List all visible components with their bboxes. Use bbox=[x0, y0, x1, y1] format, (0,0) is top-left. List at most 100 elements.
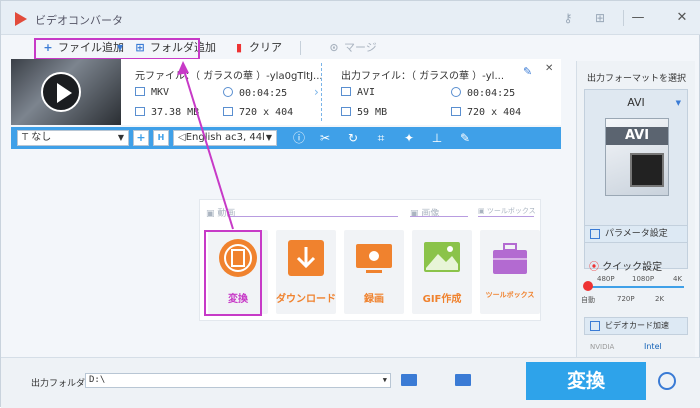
audio-track-select[interactable]: ◁English ac3, 44l ▼ bbox=[173, 130, 277, 146]
quick-settings-icon: ⦿ bbox=[589, 262, 603, 273]
download-card[interactable]: ダウンロード bbox=[276, 230, 336, 314]
tick-label: 480P bbox=[597, 275, 615, 283]
merge-button[interactable]: ⊙ マージ bbox=[327, 39, 376, 57]
remove-file-icon[interactable]: ✕ bbox=[545, 63, 553, 74]
output-folder-value: D:\ bbox=[89, 375, 106, 385]
resolution-icon bbox=[451, 107, 461, 116]
selected-format: AVI bbox=[627, 96, 645, 109]
arrow-right-icon: › bbox=[314, 85, 319, 99]
divider bbox=[623, 10, 624, 26]
toolbox-icon bbox=[493, 243, 527, 274]
pen-icon[interactable]: ✎ bbox=[457, 130, 473, 146]
scissors-icon[interactable]: ✂ bbox=[317, 130, 333, 146]
convert-button[interactable]: 変換 bbox=[526, 362, 646, 400]
tick-label: 自動 bbox=[581, 296, 595, 304]
clock-icon bbox=[223, 87, 233, 97]
alarm-clock-icon[interactable] bbox=[658, 372, 676, 390]
source-size: 37.38 MB bbox=[151, 107, 200, 118]
play-icon[interactable] bbox=[41, 72, 81, 112]
quality-slider-handle[interactable] bbox=[583, 281, 593, 291]
minimize-button[interactable]: — bbox=[629, 9, 647, 27]
avi-file-label: AVI bbox=[606, 127, 668, 145]
divider bbox=[321, 63, 322, 121]
gpu-icon bbox=[590, 321, 600, 331]
output-format-heading: 出力フォーマットを選択 bbox=[587, 74, 687, 84]
record-card-label: 録画 bbox=[364, 294, 384, 305]
gif-card[interactable]: GIF作成 bbox=[412, 230, 472, 314]
intel-option[interactable]: Intel bbox=[644, 342, 662, 351]
file-item[interactable]: 元ファイル：（ ガラスの華 ）-yla0gTltJ... MKV 00:04:2… bbox=[11, 59, 561, 125]
hard-subtitle-button[interactable]: H bbox=[153, 130, 169, 146]
audio-value: English ac3, 44l bbox=[185, 132, 265, 143]
nvidia-option[interactable]: NVIDIA bbox=[590, 343, 614, 351]
source-duration: 00:04:25 bbox=[239, 88, 288, 99]
chevron-down-icon: ▼ bbox=[117, 133, 124, 142]
rotate-icon[interactable]: ↻ bbox=[345, 130, 361, 146]
settings-icon bbox=[590, 229, 600, 239]
toolbox-card[interactable]: ツールボックス bbox=[480, 230, 540, 314]
close-button[interactable]: ✕ bbox=[673, 9, 691, 27]
chevron-down-icon[interactable]: ▼ bbox=[383, 374, 387, 387]
section-video-text: 動画 bbox=[217, 209, 236, 219]
text-icon: T bbox=[22, 132, 32, 143]
download-card-label: ダウンロード bbox=[276, 294, 336, 305]
effects-icon[interactable]: ✦ bbox=[401, 130, 417, 146]
resolution-icon bbox=[223, 107, 233, 116]
quick-settings-label: ⦿ クイック設定 bbox=[589, 258, 662, 273]
add-subtitle-button[interactable]: + bbox=[133, 130, 149, 146]
tick-label: 720P bbox=[617, 295, 635, 303]
chevron-down-icon: ▼ bbox=[675, 99, 681, 107]
info-icon[interactable]: ⓘ bbox=[291, 130, 307, 146]
highlight-box bbox=[204, 230, 262, 316]
edit-icon[interactable]: ✎ bbox=[523, 65, 532, 78]
trash-icon: ▮ bbox=[235, 41, 243, 54]
section-video-label: ▣ 動画 bbox=[206, 209, 236, 219]
output-folder-field[interactable]: D:\ ▼ bbox=[85, 373, 391, 388]
crop-icon[interactable]: ⌗ bbox=[373, 130, 389, 146]
monitor-icon bbox=[356, 244, 392, 273]
section-toolbox-text: ツールボックス bbox=[486, 207, 536, 215]
watermark-icon[interactable]: ⊥ bbox=[429, 130, 445, 146]
toolbox-card-label: ツールボックス bbox=[485, 291, 535, 299]
cart-icon[interactable]: ⊞ bbox=[593, 11, 607, 25]
clear-label: クリア bbox=[249, 41, 282, 54]
source-title: 元ファイル：（ ガラスの華 ）-yla0gTltJ... bbox=[135, 71, 323, 82]
video-thumbnail[interactable] bbox=[11, 59, 121, 125]
output-resolution: 720 x 404 bbox=[467, 107, 522, 118]
record-card[interactable]: 録画 bbox=[344, 230, 404, 314]
highlight-box bbox=[34, 38, 200, 60]
output-size: 59 MB bbox=[357, 107, 388, 118]
tick-label: 1080P bbox=[632, 275, 655, 283]
gif-card-label: GIF作成 bbox=[422, 294, 462, 305]
section-image-label: ▣ 画像 bbox=[410, 209, 440, 219]
hardware-acceleration-label: ビデオカード加速 bbox=[605, 321, 669, 330]
quality-slider-track[interactable] bbox=[589, 286, 684, 288]
output-duration: 00:04:25 bbox=[467, 88, 516, 99]
parameter-settings-button[interactable]: パラメータ設定 bbox=[584, 225, 688, 243]
divider bbox=[300, 41, 301, 55]
title-bar: ビデオコンバータ ⚷ ⊞ — ✕ bbox=[1, 1, 700, 35]
subtitle-value: なし bbox=[31, 132, 52, 143]
merge-icon: ⊙ bbox=[329, 41, 339, 54]
key-icon[interactable]: ⚷ bbox=[561, 11, 575, 25]
hardware-acceleration-button[interactable]: ビデオカード加速 bbox=[584, 317, 688, 335]
clear-button[interactable]: ▮ クリア bbox=[232, 39, 282, 57]
parameter-settings-label: パラメータ設定 bbox=[605, 229, 668, 239]
section-toolbox-label: ▣ ツールボックス bbox=[478, 207, 536, 215]
chevron-down-icon: ▼ bbox=[265, 133, 272, 142]
subtitle-select[interactable]: T なし ▼ bbox=[17, 130, 129, 146]
folder-icon bbox=[341, 107, 351, 116]
output-title: 出力ファイル：（ ガラスの華 ）-yl... bbox=[341, 71, 504, 82]
browse-folder-icon[interactable] bbox=[455, 374, 471, 386]
tick-label: 2K bbox=[655, 295, 665, 303]
gpu-options: NVIDIA Intel bbox=[584, 339, 688, 357]
bottom-bar: 出力フォルダ： D:\ ▼ 変換 bbox=[1, 357, 700, 408]
clock-icon bbox=[451, 87, 461, 97]
avi-file-icon: AVI bbox=[605, 118, 669, 196]
download-icon bbox=[288, 240, 324, 276]
app-title: ビデオコンバータ bbox=[35, 14, 123, 27]
open-folder-icon[interactable] bbox=[401, 374, 417, 386]
folder-icon bbox=[135, 107, 145, 116]
app-logo-icon bbox=[15, 12, 27, 26]
source-format: MKV bbox=[151, 87, 170, 98]
